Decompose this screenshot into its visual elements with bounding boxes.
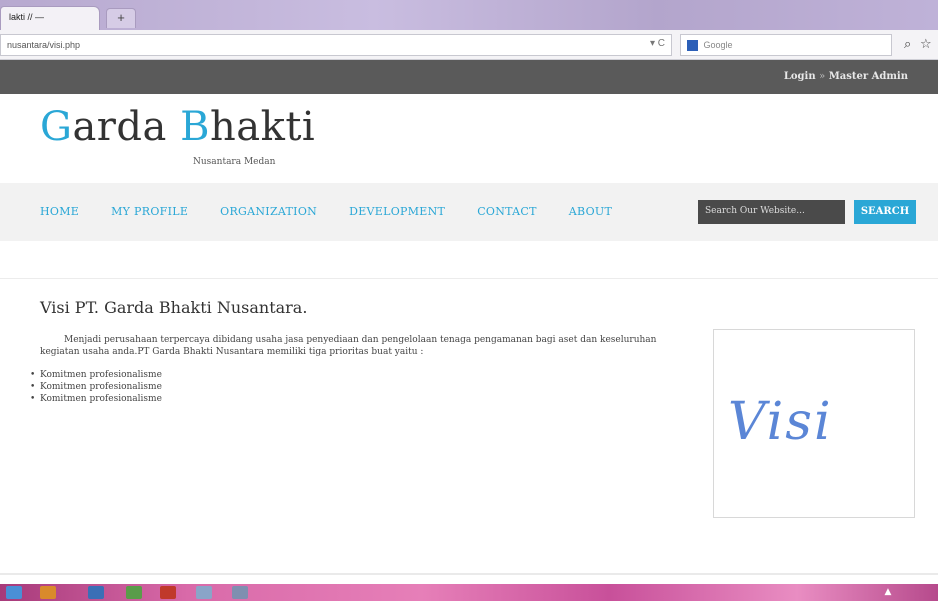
google-icon[interactable] — [687, 40, 698, 52]
page-title: Visi PT. Garda Bhakti Nusantara. — [40, 298, 308, 317]
reload-icon[interactable]: ▾ C — [650, 38, 665, 49]
visi-image-text: Visi — [728, 392, 833, 452]
login-area: Login » Master Admin — [784, 71, 908, 82]
chrome-icon[interactable] — [126, 586, 142, 599]
brand-cap-g: G — [40, 104, 73, 150]
browser-tab[interactable]: lakti // — — [0, 6, 100, 30]
site-logo[interactable]: Garda Bhakti — [40, 104, 315, 150]
app-icon[interactable] — [160, 586, 176, 599]
brand-text-1: arda — [72, 104, 181, 150]
site-tagline: Nusantara Medan — [193, 157, 276, 167]
list-item: Komitmen profesionalisme — [30, 381, 162, 393]
browser-tab-title: lakti // — — [9, 12, 45, 22]
menu-item-my-profile[interactable]: MY PROFILE — [111, 205, 188, 218]
window-icon[interactable] — [232, 586, 248, 599]
address-bar[interactable]: nusantara/visi.php ▾ C — [0, 34, 672, 56]
main-menu-strip: HOME MY PROFILE ORGANIZATION DEVELOPMENT… — [0, 183, 938, 241]
start-icon[interactable] — [6, 586, 22, 599]
os-taskbar: ▲ — [0, 584, 938, 601]
browser-nav-bar: nusantara/visi.php ▾ C Google ⌕ ☆ — [0, 30, 938, 60]
explorer-icon[interactable] — [196, 586, 212, 599]
list-item: Komitmen profesionalisme — [30, 393, 162, 405]
login-link[interactable]: Login — [784, 71, 816, 82]
address-url: nusantara/visi.php — [7, 40, 81, 50]
footer-divider — [0, 573, 938, 575]
site-top-bar: Login » Master Admin — [0, 60, 938, 94]
login-separator: » — [819, 71, 826, 82]
browser-search-placeholder: Google — [703, 40, 733, 50]
tray-icon[interactable]: ▲ — [880, 586, 896, 599]
menu-item-about[interactable]: ABOUT — [569, 205, 612, 218]
commitment-list: Komitmen profesionalisme Komitmen profes… — [30, 369, 162, 405]
site-search-button[interactable]: SEARCH — [854, 200, 916, 224]
plus-icon: + — [117, 10, 125, 25]
menu-item-organization[interactable]: ORGANIZATION — [220, 205, 317, 218]
list-item: Komitmen profesionalisme — [30, 369, 162, 381]
menu-item-home[interactable]: HOME — [40, 205, 79, 218]
site-search-input[interactable]: Search Our Website... — [698, 200, 845, 224]
star-icon[interactable]: ☆ — [920, 37, 932, 52]
browser-search-box[interactable]: Google — [680, 34, 892, 56]
brand-cap-b: B — [180, 104, 210, 150]
menu-item-development[interactable]: DEVELOPMENT — [349, 205, 445, 218]
content-paragraph: Menjadi perusahaan terpercaya dibidang u… — [40, 335, 657, 357]
word-icon[interactable] — [88, 586, 104, 599]
media-player-icon[interactable] — [40, 586, 56, 599]
browser-tab-bar: lakti // — + — [0, 0, 938, 30]
main-menu: HOME MY PROFILE ORGANIZATION DEVELOPMENT… — [40, 205, 644, 218]
brand-text-2: hakti — [210, 104, 316, 150]
user-link[interactable]: Master Admin — [829, 71, 908, 82]
new-tab-button[interactable]: + — [106, 8, 136, 28]
content-divider — [0, 278, 938, 279]
menu-item-contact[interactable]: CONTACT — [477, 205, 537, 218]
visi-image: Visi — [713, 329, 915, 518]
find-icon[interactable]: ⌕ — [904, 37, 911, 52]
